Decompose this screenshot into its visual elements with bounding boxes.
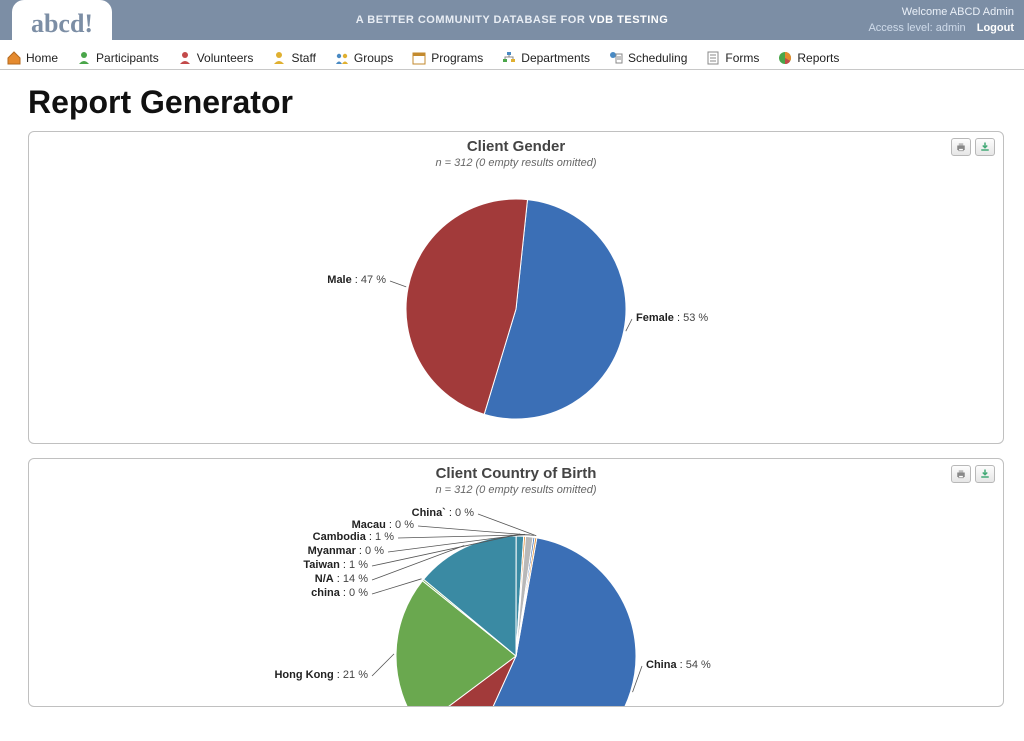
nav-reports[interactable]: Reports [777, 50, 839, 66]
calendar-icon [411, 50, 427, 66]
welcome-text: Welcome ABCD Admin [868, 4, 1014, 20]
chart-card-gender: Client Gender n = 312 (0 empty results o… [28, 131, 1004, 444]
person-yellow-icon [271, 50, 287, 66]
page-body: Report Generator Client Gender n = 312 (… [0, 70, 1024, 741]
nav-label: Departments [521, 51, 590, 65]
pie-icon [777, 50, 793, 66]
nav-label: Forms [725, 51, 759, 65]
card-tools [951, 138, 995, 156]
chart-title: Client Country of Birth [39, 465, 993, 482]
tagline-strong: VDB TESTING [589, 14, 668, 26]
card-tools [951, 465, 995, 483]
chart-country: China : 54 %Hong Kong : 21 %china : 0 %N… [39, 496, 993, 706]
nav-home[interactable]: Home [6, 50, 58, 66]
chart-title: Client Gender [39, 138, 993, 155]
chart-subtitle: n = 312 (0 empty results omitted) [39, 157, 993, 169]
home-icon [6, 50, 22, 66]
nav-scheduling[interactable]: Scheduling [608, 50, 687, 66]
nav-label: Participants [96, 51, 159, 65]
download-button[interactable] [975, 138, 995, 156]
nav-label: Reports [797, 51, 839, 65]
nav-programs[interactable]: Programs [411, 50, 483, 66]
user-box: Welcome ABCD Admin Access level: admin L… [868, 4, 1014, 36]
tagline-prefix: A BETTER COMMUNITY DATABASE FOR [356, 14, 589, 26]
top-bar: abcd! A BETTER COMMUNITY DATABASE FOR VD… [0, 0, 1024, 40]
people-icon [334, 50, 350, 66]
logo[interactable]: abcd! [12, 0, 112, 48]
access-value: admin [936, 22, 966, 34]
chart-gender: Female : 53 %Male : 47 % [39, 169, 993, 429]
print-button[interactable] [951, 465, 971, 483]
nav-staff[interactable]: Staff [271, 50, 315, 66]
nav-label: Scheduling [628, 51, 687, 65]
logo-text: abcd! [31, 9, 93, 39]
logout-link[interactable]: Logout [977, 22, 1014, 34]
person-green-icon [76, 50, 92, 66]
org-icon [501, 50, 517, 66]
nav-label: Staff [291, 51, 315, 65]
schedule-icon [608, 50, 624, 66]
nav-groups[interactable]: Groups [334, 50, 393, 66]
print-button[interactable] [951, 138, 971, 156]
nav-volunteers[interactable]: Volunteers [177, 50, 254, 66]
tagline: A BETTER COMMUNITY DATABASE FOR VDB TEST… [356, 14, 669, 26]
nav-label: Home [26, 51, 58, 65]
nav-departments[interactable]: Departments [501, 50, 590, 66]
download-button[interactable] [975, 465, 995, 483]
chart-subtitle: n = 312 (0 empty results omitted) [39, 484, 993, 496]
nav-forms[interactable]: Forms [705, 50, 759, 66]
person-red-icon [177, 50, 193, 66]
form-icon [705, 50, 721, 66]
chart-card-country: Client Country of Birth n = 312 (0 empty… [28, 458, 1004, 707]
nav-label: Programs [431, 51, 483, 65]
page-title: Report Generator [28, 84, 1004, 121]
access-label: Access level: [868, 22, 932, 34]
nav-participants[interactable]: Participants [76, 50, 159, 66]
nav-label: Groups [354, 51, 393, 65]
nav-label: Volunteers [197, 51, 254, 65]
main-nav: Home Participants Volunteers Staff Groups Pro… [0, 40, 1024, 70]
